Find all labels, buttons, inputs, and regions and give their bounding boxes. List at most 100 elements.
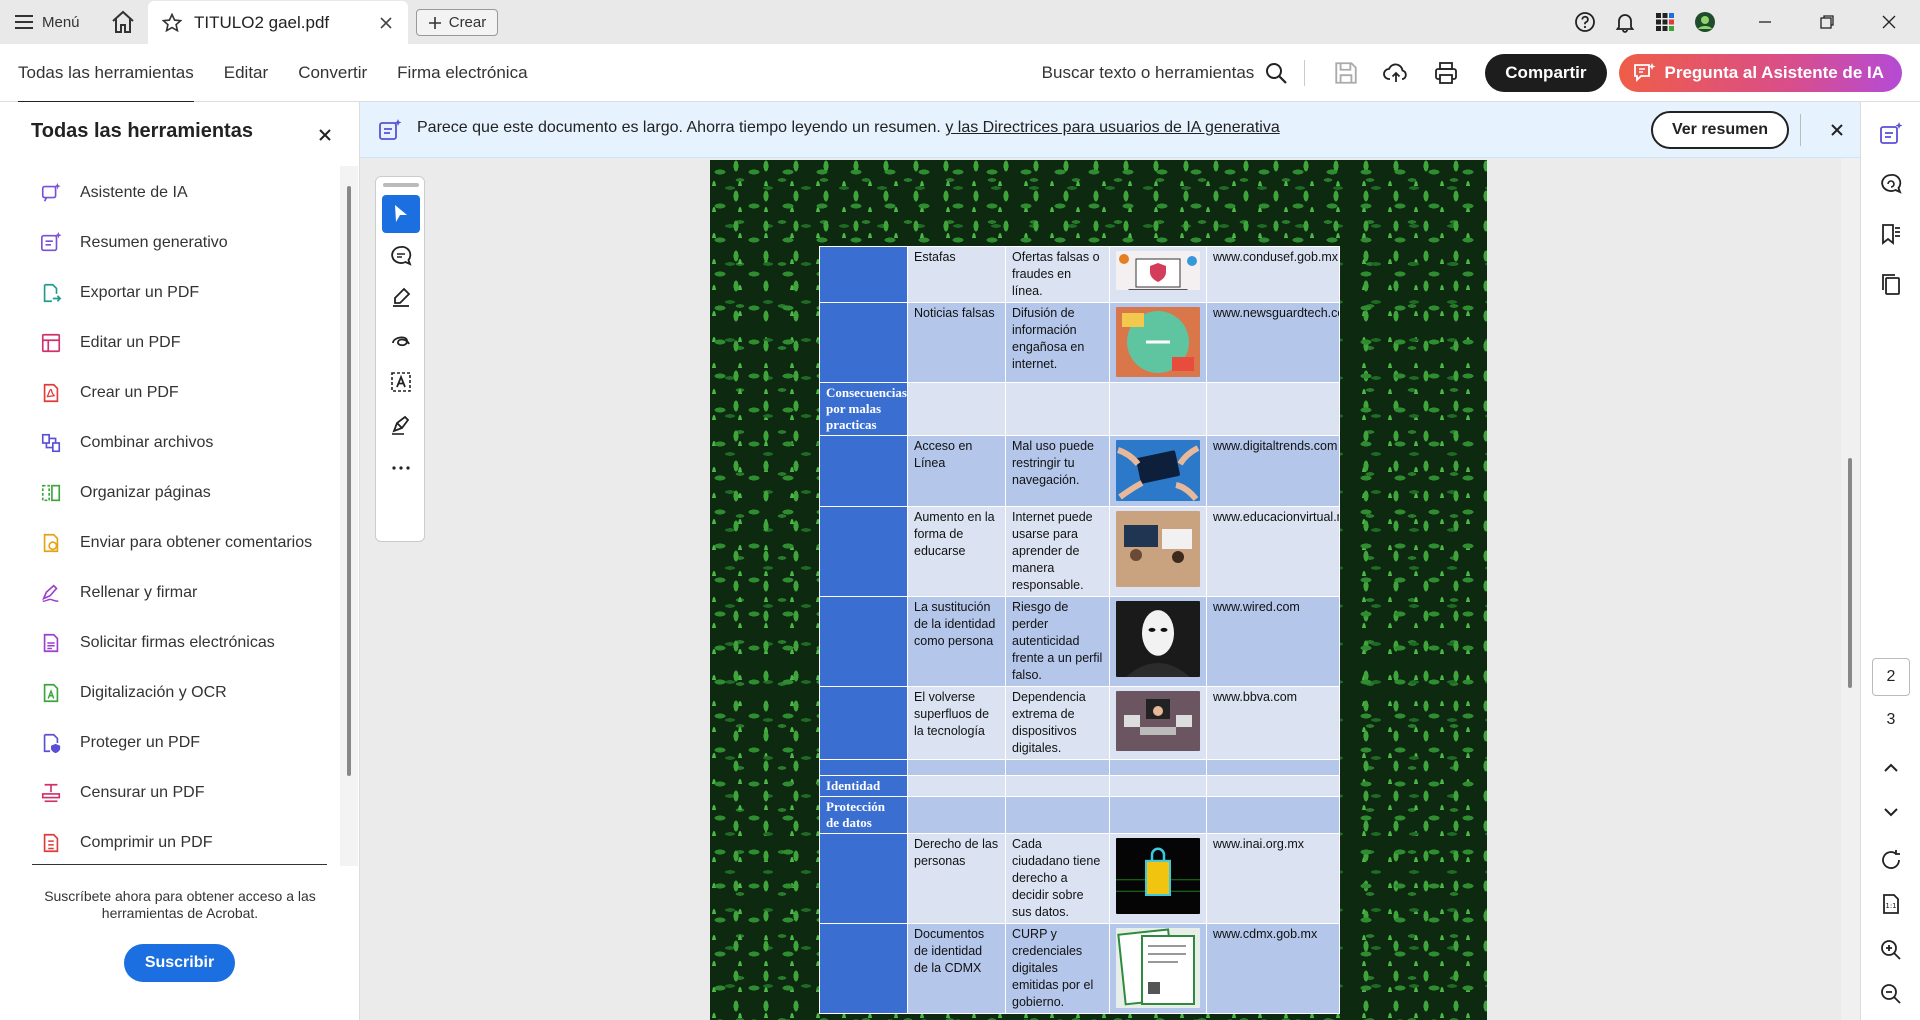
- row-category: [819, 506, 908, 597]
- row-category: Consecuencias por malas practicas: [819, 382, 908, 436]
- avatar[interactable]: [1694, 11, 1716, 33]
- genai-guidelines-link[interactable]: y las Directrices para usuarios de IA ge…: [945, 119, 1279, 136]
- document-scrollbar-thumb[interactable]: [1848, 458, 1852, 688]
- search-icon[interactable]: [1264, 61, 1288, 85]
- send-comments-icon: [43, 533, 59, 553]
- document-scrollbar[interactable]: [1841, 158, 1860, 1020]
- row-image: [1109, 775, 1207, 797]
- tool-create-pdf[interactable]: Crear un PDF: [40, 368, 340, 418]
- table-row: Acceso en Línea Mal uso puede restringir …: [819, 435, 1340, 507]
- row-category: [819, 302, 908, 383]
- restore-button[interactable]: [1796, 0, 1858, 44]
- ask-ai-assistant-button[interactable]: Pregunta al Asistente de IA: [1618, 54, 1902, 92]
- tool-summary[interactable]: Resumen generativo: [40, 218, 340, 268]
- row-topic: Acceso en Línea: [907, 435, 1006, 507]
- home-icon: [112, 10, 134, 33]
- laptop-security-icon: [1116, 251, 1200, 290]
- zoom-out-icon[interactable]: [1879, 982, 1903, 1006]
- star-icon[interactable]: [162, 12, 182, 33]
- document-viewer[interactable]: Estafas Ofertas falsas o fraudes en línea…: [360, 158, 1860, 1020]
- all-tools-panel: Todas las herramientas Asistente de IA Re…: [0, 102, 360, 1020]
- tool-protect[interactable]: Proteger un PDF: [40, 718, 340, 768]
- generative-summary-icon[interactable]: [1879, 122, 1903, 146]
- current-page-number[interactable]: 2: [1872, 658, 1910, 696]
- tool-scan-ocr[interactable]: Digitalización y OCR: [40, 668, 340, 718]
- tool-fill-sign[interactable]: Rellenar y firmar: [40, 568, 340, 618]
- row-description: [1005, 759, 1110, 776]
- tool-redact[interactable]: Censurar un PDF: [40, 768, 340, 818]
- chevron-down-icon[interactable]: [1879, 800, 1903, 824]
- edit-pdf-icon: [41, 333, 61, 353]
- panel-scrollbar-thumb[interactable]: [347, 186, 351, 776]
- comment-tool[interactable]: [382, 237, 420, 275]
- page-thumbnails-icon[interactable]: [1879, 272, 1903, 296]
- row-category: [819, 435, 908, 507]
- close-tab-icon[interactable]: [378, 15, 394, 31]
- banner-divider: [1800, 114, 1801, 146]
- tool-label: Rellenar y firmar: [80, 584, 198, 601]
- print-icon[interactable]: [1433, 60, 1459, 86]
- nav-e-signature[interactable]: Firma electrónica: [397, 44, 527, 102]
- notifications-bell-icon[interactable]: [1614, 11, 1636, 33]
- tool-combine[interactable]: Combinar archivos: [40, 418, 340, 468]
- tool-request-sign[interactable]: Solicitar firmas electrónicas: [40, 618, 340, 668]
- comments-icon[interactable]: [1879, 172, 1903, 196]
- row-description: Dependencia extrema de dispositivos digi…: [1005, 686, 1110, 760]
- create-button[interactable]: Crear: [416, 9, 498, 36]
- tool-edit-pdf[interactable]: Editar un PDF: [40, 318, 340, 368]
- close-window-button[interactable]: [1858, 0, 1920, 44]
- panel-scrollbar[interactable]: [340, 166, 358, 866]
- row-description: [1005, 382, 1110, 436]
- menu-button[interactable]: Menú: [14, 10, 80, 34]
- create-pdf-icon: [43, 383, 59, 403]
- chevron-up-icon[interactable]: [1879, 756, 1903, 780]
- row-description: Difusión de información engañosa en inte…: [1005, 302, 1110, 383]
- document-tab[interactable]: TITULO2 gael.pdf: [148, 1, 408, 44]
- text-tool[interactable]: [382, 363, 420, 401]
- ai-assistant-icon: [41, 182, 61, 202]
- zoom-in-icon[interactable]: [1879, 938, 1903, 962]
- tool-send-comments[interactable]: Enviar para obtener comentarios: [40, 518, 340, 568]
- bookmarks-icon[interactable]: [1879, 222, 1903, 246]
- title-bar: Menú TITULO2 gael.pdf Crear: [0, 0, 1920, 44]
- apps-grid-icon[interactable]: [1654, 11, 1676, 33]
- tool-compress[interactable]: Comprimir un PDF: [40, 818, 340, 868]
- tools-grip[interactable]: [383, 183, 419, 187]
- draw-tool[interactable]: [382, 321, 420, 359]
- tool-organize[interactable]: Organizar páginas: [40, 468, 340, 518]
- nav-all-tools[interactable]: Todas las herramientas: [18, 44, 194, 103]
- restore-icon: [1820, 15, 1834, 29]
- minimize-button[interactable]: [1734, 0, 1796, 44]
- subscribe-button[interactable]: Suscribir: [124, 944, 235, 982]
- tool-ai-assistant[interactable]: Asistente de IA: [40, 168, 340, 218]
- row-topic: Derecho de las personas: [907, 833, 1006, 924]
- documents-icon: [1116, 928, 1200, 1008]
- fit-page-icon[interactable]: 1:1: [1879, 892, 1903, 916]
- tool-export-pdf[interactable]: Exportar un PDF: [40, 268, 340, 318]
- help-icon[interactable]: [1574, 11, 1596, 33]
- close-banner-icon[interactable]: [1829, 122, 1845, 138]
- table-row: La sustitución de la identidad como pers…: [819, 596, 1340, 687]
- rotate-icon[interactable]: [1879, 848, 1903, 872]
- create-label: Crear: [448, 14, 487, 31]
- tool-label: Digitalización y OCR: [80, 684, 227, 701]
- export-pdf-icon: [43, 283, 62, 303]
- next-page-number[interactable]: 3: [1872, 702, 1910, 738]
- nav-edit[interactable]: Editar: [224, 44, 268, 102]
- home-button[interactable]: [110, 10, 136, 34]
- more-tools-button[interactable]: [382, 449, 420, 487]
- select-tool[interactable]: [382, 195, 420, 233]
- nav-convert[interactable]: Convertir: [298, 44, 367, 102]
- tool-label: Censurar un PDF: [80, 784, 205, 801]
- highlight-tool[interactable]: [382, 279, 420, 317]
- row-source: [1206, 796, 1340, 834]
- close-panel-icon[interactable]: [316, 126, 334, 144]
- search-tools-button[interactable]: Buscar texto o herramientas: [1042, 63, 1255, 83]
- view-summary-button[interactable]: Ver resumen: [1651, 111, 1789, 149]
- fill-sign-icon: [42, 584, 59, 602]
- document-table: Estafas Ofertas falsas o fraudes en línea…: [819, 246, 1340, 1014]
- cloud-upload-icon[interactable]: [1383, 60, 1409, 86]
- share-button[interactable]: Compartir: [1485, 54, 1607, 92]
- save-icon[interactable]: [1333, 60, 1359, 86]
- sign-tool[interactable]: [382, 405, 420, 443]
